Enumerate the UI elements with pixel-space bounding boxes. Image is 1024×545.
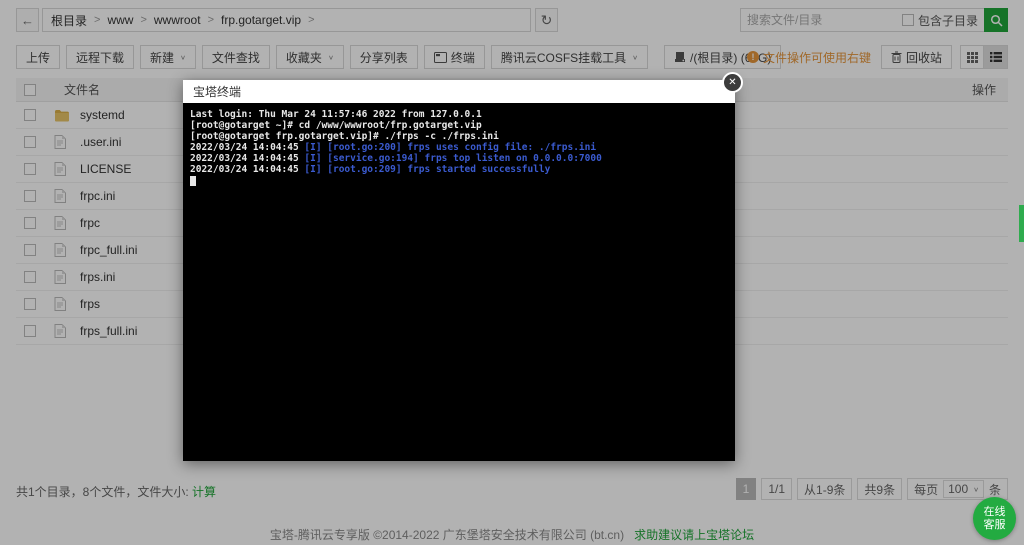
terminal-line: 2022/03/24 14:04:45 [I] [root.go:200] fr… (190, 142, 597, 153)
close-icon[interactable]: ✕ (722, 72, 743, 93)
terminal-line: Last login: Thu Mar 24 11:57:46 2022 fro… (190, 109, 482, 120)
terminal-line: [root@gotarget frp.gotarget.vip]# ./frps… (190, 131, 499, 142)
terminal-modal-title: 宝塔终端 (193, 85, 242, 99)
online-support-button[interactable]: 在线 客服 (973, 497, 1016, 540)
support-label-line1: 在线 (983, 505, 1006, 518)
terminal-line: 2022/03/24 14:04:45 [I] [service.go:194]… (190, 153, 602, 164)
terminal-line: [root@gotarget ~]# cd /www/wwwroot/frp.g… (190, 120, 482, 131)
terminal-modal-titlebar[interactable]: 宝塔终端 (183, 80, 735, 103)
close-x-glyph: ✕ (728, 76, 737, 88)
support-label-line2: 客服 (983, 518, 1006, 531)
edge-scroll-indicator (1019, 205, 1024, 242)
terminal-cursor (190, 176, 196, 186)
terminal-output[interactable]: Last login: Thu Mar 24 11:57:46 2022 fro… (183, 103, 735, 461)
terminal-line: 2022/03/24 14:04:45 [I] [root.go:209] fr… (190, 164, 551, 175)
terminal-modal: 宝塔终端 ✕ Last login: Thu Mar 24 11:57:46 2… (183, 72, 743, 461)
